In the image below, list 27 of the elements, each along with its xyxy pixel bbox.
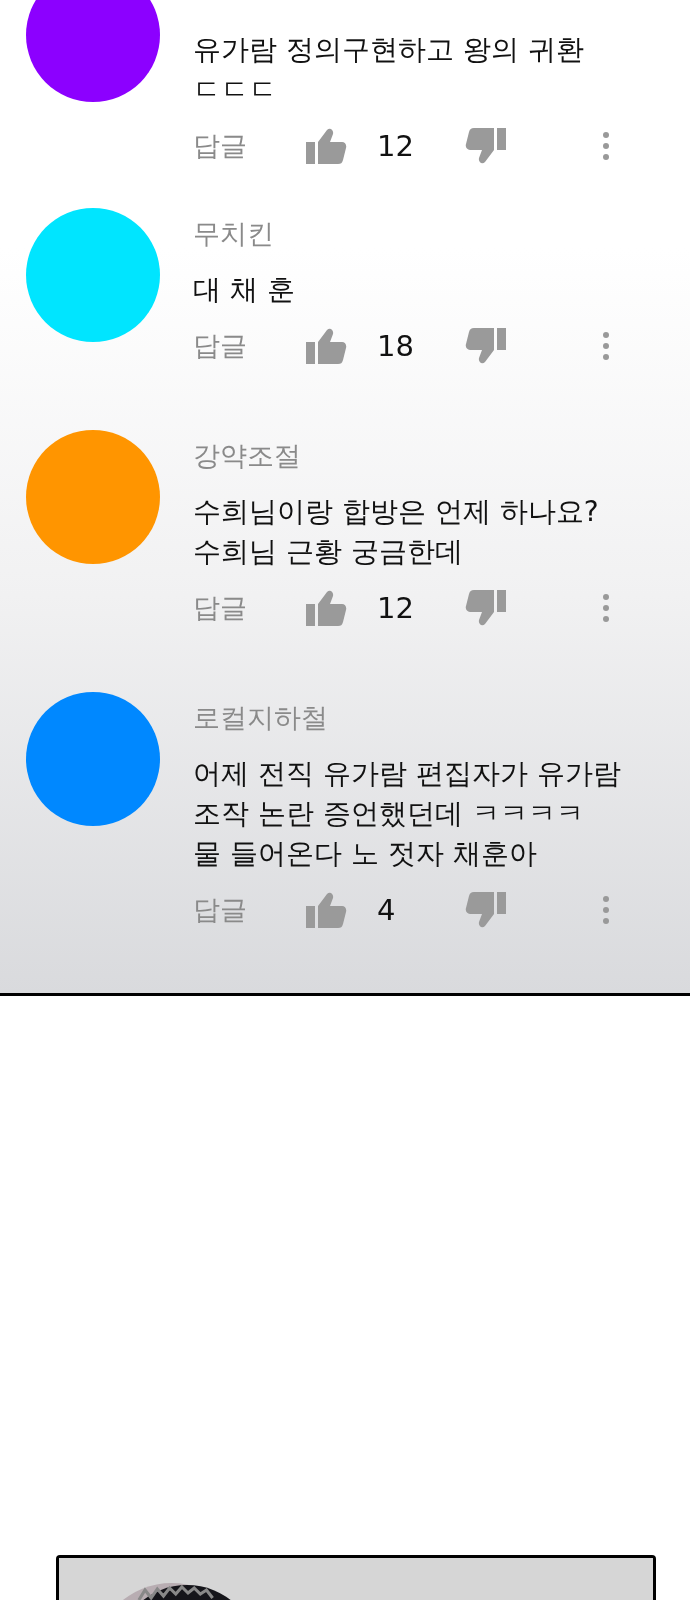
comment-text: 유가람 정의구현하고 왕의 귀환 ㄷㄷㄷ bbox=[193, 32, 585, 108]
user-name: 로컬지하철 bbox=[193, 701, 328, 735]
comment-text: 대 채 훈 bbox=[193, 272, 296, 308]
like-count: 4 bbox=[376, 893, 397, 927]
comment-text: 어제 전직 유가람 편집자가 유가람 조작 논란 증언했던데 ㅋㅋㅋㅋ 물 들어온다 노 젓자 채훈아 bbox=[193, 756, 622, 872]
comment-text: 수희님이랑 합방은 언제 하나요? 수희님 근황 궁금한데 bbox=[193, 494, 600, 570]
like-count: 18 bbox=[376, 329, 415, 363]
more-icon[interactable] bbox=[602, 131, 610, 161]
like-count: 12 bbox=[376, 129, 415, 163]
thumbs-up-icon[interactable] bbox=[305, 328, 347, 364]
reply-button[interactable]: 답글 bbox=[193, 128, 305, 164]
thumbs-up-icon[interactable] bbox=[305, 128, 347, 164]
like-count: 12 bbox=[376, 591, 415, 625]
thumbs-down-icon[interactable] bbox=[465, 892, 507, 928]
thumbs-down-icon[interactable] bbox=[465, 328, 507, 364]
thumbs-up-icon[interactable] bbox=[305, 590, 347, 626]
thumbs-down-icon[interactable] bbox=[465, 128, 507, 164]
reply-button[interactable]: 답글 bbox=[193, 590, 305, 626]
user-name: 강약조절 bbox=[193, 439, 301, 473]
more-icon[interactable] bbox=[602, 331, 610, 361]
thumbs-up-icon[interactable] bbox=[305, 892, 347, 928]
user-name: 무치킨 bbox=[193, 217, 274, 251]
reply-button[interactable]: 답글 bbox=[193, 892, 305, 928]
thumbs-down-icon[interactable] bbox=[465, 590, 507, 626]
more-icon[interactable] bbox=[602, 593, 610, 623]
more-icon[interactable] bbox=[602, 895, 610, 925]
reply-button[interactable]: 답글 bbox=[193, 328, 305, 364]
